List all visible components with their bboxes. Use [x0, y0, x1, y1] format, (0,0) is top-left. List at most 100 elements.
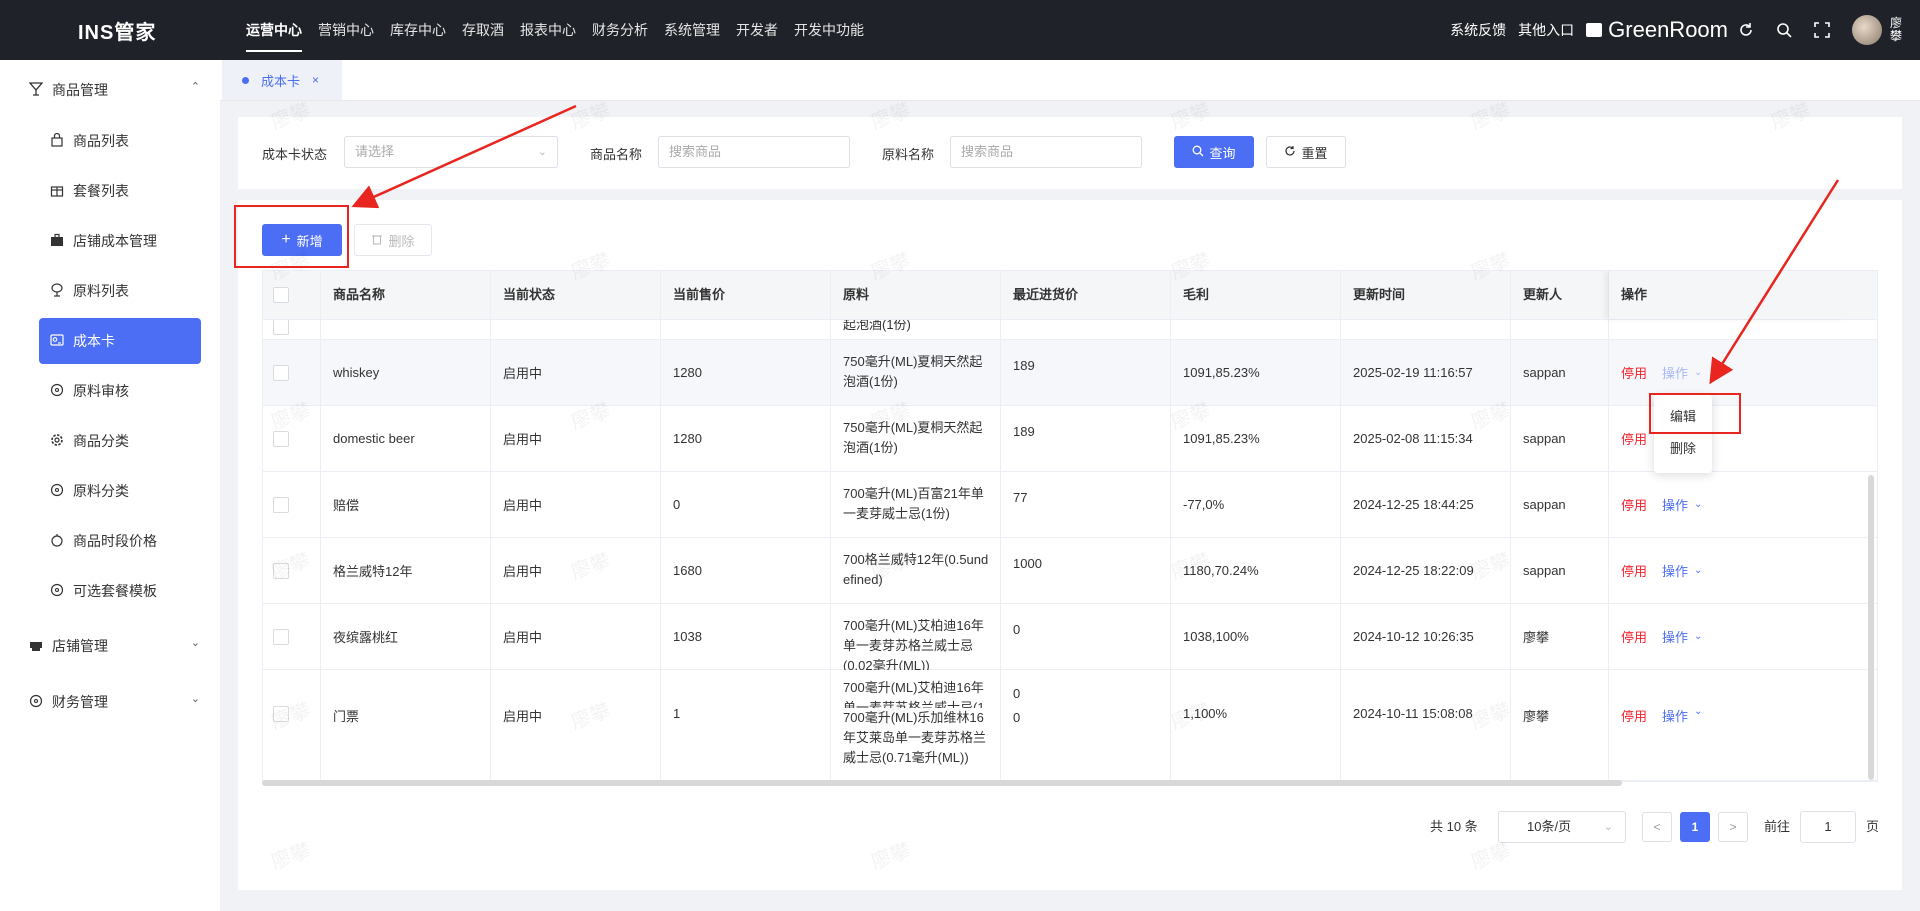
- cell-material: 750毫升(ML)夏桐天然起泡酒(1份): [831, 340, 1001, 405]
- table-row[interactable]: 夜缤露桃红 启用中 1038 700毫升(ML)艾柏迪16年单一麦芽苏格兰威士忌…: [263, 604, 1877, 673]
- nav-operations[interactable]: 运营中心: [246, 0, 302, 60]
- sidebar-item-material-category[interactable]: 原料分类: [39, 468, 201, 514]
- row-checkbox[interactable]: [273, 562, 289, 579]
- header-margin: 毛利: [1171, 271, 1341, 319]
- close-icon[interactable]: ×: [312, 73, 319, 87]
- actions-dropdown-trigger[interactable]: 操作: [1662, 495, 1688, 514]
- row-checkbox[interactable]: [273, 628, 289, 645]
- actions-dropdown-trigger[interactable]: 操作: [1662, 561, 1688, 580]
- table-row[interactable]: 门票 启用中 1 700毫升(ML)艾柏迪16年单一麦芽苏格兰威士忌(1份) 7…: [263, 670, 1877, 781]
- actions-dropdown-trigger[interactable]: 操作: [1662, 627, 1688, 646]
- page-1-button[interactable]: 1: [1680, 812, 1710, 842]
- chevron-down-icon: ⌄: [1603, 821, 1613, 833]
- user-name[interactable]: 廖攀: [1890, 17, 1904, 43]
- sidebar-item-store-cost[interactable]: 店铺成本管理: [39, 218, 201, 264]
- header-purchase-price: 最近进货价: [1001, 271, 1171, 319]
- search-icon[interactable]: [1776, 22, 1792, 38]
- cell-status: 启用中: [491, 670, 661, 780]
- next-page-button[interactable]: >: [1718, 812, 1748, 842]
- avatar[interactable]: [1852, 15, 1882, 45]
- disable-button[interactable]: 停用: [1621, 495, 1647, 514]
- product-search-placeholder: 搜索商品: [669, 144, 722, 159]
- nav-marketing[interactable]: 营销中心: [318, 0, 374, 60]
- sidebar-item-material-review[interactable]: 原料审核: [39, 368, 201, 414]
- table-row[interactable]: whiskey 启用中 1280 750毫升(ML)夏桐天然起泡酒(1份) 18…: [263, 340, 1877, 406]
- delete-button[interactable]: 删除: [354, 224, 432, 256]
- compass-icon: [28, 694, 44, 710]
- disable-button[interactable]: 停用: [1621, 706, 1647, 725]
- cell-margin: 1091,85.23%: [1171, 340, 1341, 405]
- nav-developer[interactable]: 开发者: [736, 0, 778, 60]
- row-checkbox[interactable]: [273, 706, 289, 722]
- sidebar-group-label: 商品管理: [52, 82, 108, 98]
- status-select[interactable]: 请选择 ⌄: [344, 136, 558, 168]
- row-checkbox[interactable]: [273, 496, 289, 513]
- nav-wine-storage[interactable]: 存取酒: [462, 0, 504, 60]
- nav-system[interactable]: 系统管理: [664, 0, 720, 60]
- cell-updated: 2025-02-19 11:16:57: [1341, 340, 1511, 405]
- row-checkbox[interactable]: [273, 319, 289, 335]
- header-select-all[interactable]: [263, 271, 321, 319]
- query-button[interactable]: 查询: [1174, 136, 1254, 168]
- page-size-select[interactable]: 10条/页 ⌄: [1498, 811, 1626, 843]
- store-icon: [1586, 23, 1603, 37]
- card-icon: [49, 333, 65, 349]
- sidebar-item-time-price[interactable]: 商品时段价格: [39, 518, 201, 564]
- sidebar-group-store[interactable]: 店铺管理 ⌄: [28, 636, 200, 656]
- disable-button[interactable]: 停用: [1621, 561, 1647, 580]
- nav-finance[interactable]: 财务分析: [592, 0, 648, 60]
- disable-button[interactable]: 停用: [1621, 429, 1647, 448]
- tab-cost-card[interactable]: 成本卡 ×: [222, 60, 342, 100]
- store-name[interactable]: GreenRoom: [1608, 17, 1728, 43]
- goto-page-input[interactable]: 1: [1800, 811, 1856, 843]
- sidebar-item-cost-card[interactable]: 成本卡: [39, 318, 201, 364]
- sidebar-group-finance[interactable]: 财务管理 ⌄: [28, 692, 200, 712]
- nav-reports[interactable]: 报表中心: [520, 0, 576, 60]
- table-row[interactable]: 赔偿 启用中 0 700毫升(ML)百富21年单一麦芽威士忌(1份) 77 -7…: [263, 472, 1877, 538]
- delete-menu-item[interactable]: 删除: [1654, 433, 1712, 465]
- row-checkbox[interactable]: [273, 430, 289, 447]
- chevron-down-icon: ⌄: [190, 693, 200, 705]
- compass-icon: [49, 583, 65, 599]
- cell-status: 启用中: [491, 538, 661, 603]
- select-all-checkbox[interactable]: [273, 287, 289, 303]
- product-search-input[interactable]: 搜索商品: [658, 136, 850, 168]
- sidebar-item-product-list[interactable]: 商品列表: [39, 118, 201, 164]
- nav-in-development[interactable]: 开发中功能: [794, 0, 864, 60]
- nav-inventory[interactable]: 库存中心: [390, 0, 446, 60]
- sidebar-item-product-category[interactable]: 商品分类: [39, 418, 201, 464]
- material-search-input[interactable]: 搜索商品: [950, 136, 1142, 168]
- cell-status: 启用中: [491, 604, 661, 669]
- sidebar-group-products[interactable]: 商品管理 ⌃: [28, 80, 200, 100]
- refresh-icon[interactable]: [1738, 22, 1754, 38]
- actions-dropdown-trigger[interactable]: 操作: [1662, 363, 1688, 382]
- prev-page-button[interactable]: <: [1642, 812, 1672, 842]
- disable-button[interactable]: 停用: [1621, 363, 1647, 382]
- disable-button[interactable]: 停用: [1621, 627, 1647, 646]
- page-unit-label: 页: [1866, 819, 1880, 834]
- sidebar-item-material-list[interactable]: 原料列表: [39, 268, 201, 314]
- wine-icon: [49, 283, 65, 299]
- vertical-scrollbar[interactable]: [1868, 475, 1874, 780]
- reset-button[interactable]: 重置: [1266, 136, 1346, 168]
- top-nav: 运营中心 营销中心 库存中心 存取酒 报表中心 财务分析 系统管理 开发者 开发…: [246, 0, 880, 60]
- table-row[interactable]: 格兰威特12年 启用中 1680 700格兰威特12年(0.5undefined…: [263, 538, 1877, 604]
- horizontal-scrollbar[interactable]: [262, 780, 1622, 786]
- cell-material: 700格兰威特12年(0.5undefined): [831, 538, 1001, 603]
- total-count: 共 10 条: [1430, 819, 1478, 834]
- table-row[interactable]: domestic beer 启用中 1280 750毫升(ML)夏桐天然起泡酒(…: [263, 406, 1877, 472]
- actions-dropdown-trigger[interactable]: 操作: [1662, 706, 1688, 725]
- feedback-link[interactable]: 系统反馈: [1450, 20, 1506, 40]
- table-header: 商品名称 当前状态 当前售价 原料 最近进货价 毛利 更新时间 更新人 操作: [263, 271, 1877, 320]
- sidebar-item-label: 商品列表: [73, 133, 129, 149]
- fullscreen-icon[interactable]: [1814, 22, 1830, 38]
- other-entry-link[interactable]: 其他入口: [1518, 20, 1574, 40]
- cell-status: 启用中: [491, 472, 661, 537]
- row-checkbox[interactable]: [273, 364, 289, 381]
- sidebar-item-package-list[interactable]: 套餐列表: [39, 168, 201, 214]
- sidebar-item-package-template[interactable]: 可选套餐模板: [39, 568, 201, 614]
- reset-label: 重置: [1301, 145, 1328, 161]
- cell-updated: 2024-10-11 15:08:08: [1341, 670, 1511, 780]
- header-actions: 操作: [1609, 271, 1847, 319]
- tabs-bar: 成本卡 ×: [220, 60, 1920, 101]
